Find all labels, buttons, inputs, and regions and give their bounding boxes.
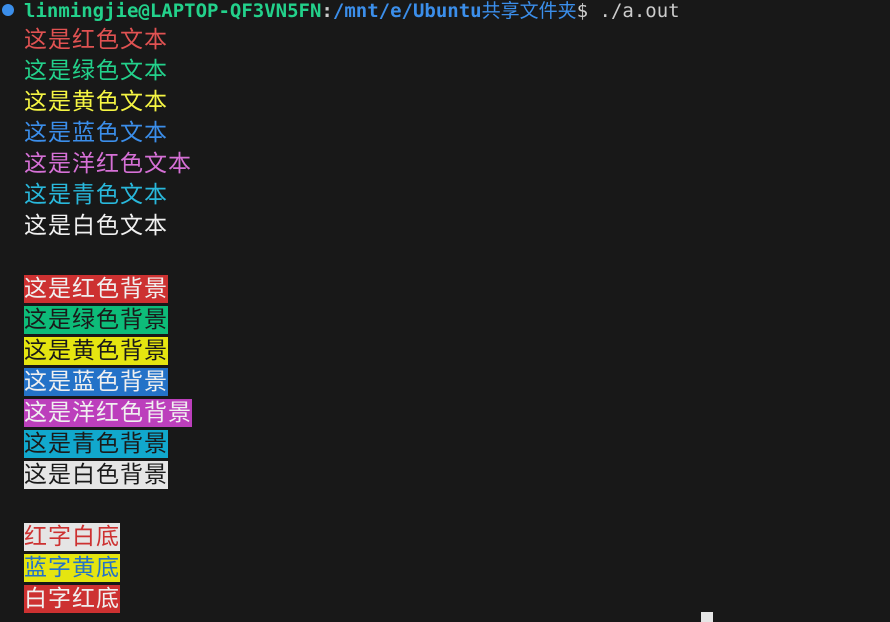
output-line-magenta-text: 这是洋红色文本 <box>24 151 192 177</box>
output-line-cyan-background: 这是青色背景 <box>24 430 168 458</box>
output-line-blue-on-yellow: 蓝字黄底 <box>24 554 120 582</box>
prompt-command: ./a.out <box>588 0 680 22</box>
output-line-yellow-background: 这是黄色背景 <box>24 337 168 365</box>
output-line-yellow-text: 这是黄色文本 <box>24 89 168 115</box>
output-line-red-on-white: 红字白底 <box>24 523 120 551</box>
output-line-cyan-text: 这是青色文本 <box>24 182 168 208</box>
output-line-red-text: 这是红色文本 <box>24 27 168 53</box>
program-output: 这是红色文本 这是绿色文本 这是黄色文本 这是蓝色文本 这是洋红色文本 这是青色… <box>24 25 192 614</box>
prompt-dollar: $ <box>576 0 589 22</box>
prompt-colon: : <box>321 0 333 22</box>
output-line-magenta-background: 这是洋红色背景 <box>24 399 192 427</box>
prompt-user-host: linmingjie@LAPTOP-QF3VN5FN <box>24 0 322 22</box>
output-line-white-on-red: 白字红底 <box>24 585 120 613</box>
terminal-cursor <box>701 612 713 622</box>
output-line-white-background: 这是白色背景 <box>24 461 168 489</box>
terminal-panel[interactable]: linmingjie@LAPTOP-QF3VN5FN:/mnt/e/Ubuntu… <box>0 0 890 622</box>
output-line-white-text: 这是白色文本 <box>24 213 168 239</box>
output-line-green-background: 这是绿色背景 <box>24 306 168 334</box>
prompt-path-cjk: 共享文件夹 <box>481 0 577 22</box>
output-line-blue-background: 这是蓝色背景 <box>24 368 168 396</box>
prompt-text: linmingjie@LAPTOP-QF3VN5FN:/mnt/e/Ubuntu… <box>24 0 680 22</box>
prompt-path: /mnt/e/Ubuntu <box>332 0 482 22</box>
command-status-dot-icon[interactable] <box>2 4 14 16</box>
output-line-blue-text: 这是蓝色文本 <box>24 120 168 146</box>
output-line-red-background: 这是红色背景 <box>24 275 168 303</box>
output-line-green-text: 这是绿色文本 <box>24 58 168 84</box>
